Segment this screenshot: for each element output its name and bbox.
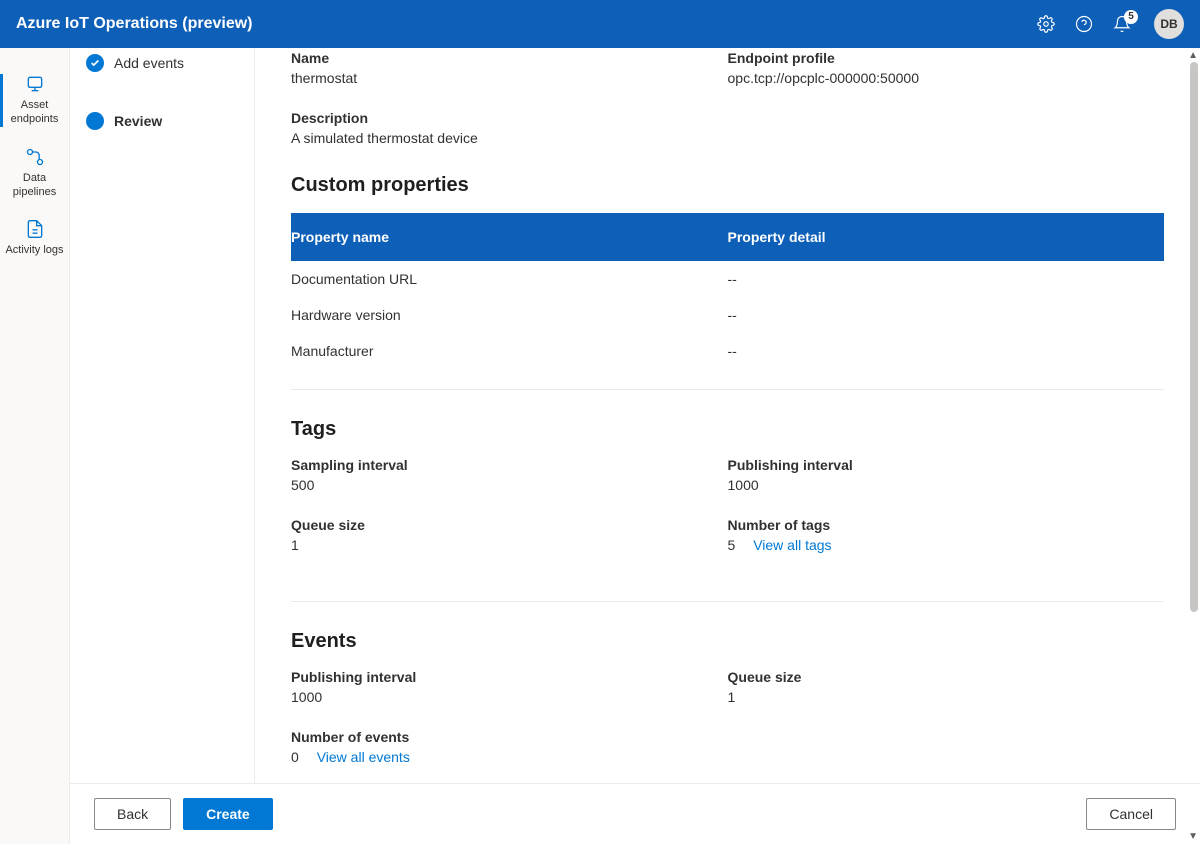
sidebar-item-data-pipelines[interactable]: Data pipelines bbox=[0, 137, 69, 210]
section-heading-tags: Tags bbox=[291, 418, 1164, 441]
notifications-icon[interactable]: 5 bbox=[1112, 14, 1132, 34]
prop-name: Manufacturer bbox=[291, 343, 728, 359]
events-row-1: Publishing interval 1000 Queue size 1 bbox=[291, 669, 1164, 705]
prop-detail: -- bbox=[728, 343, 1165, 359]
main-layout: Asset endpoints Data pipelines bbox=[0, 48, 1200, 844]
sidebar-item-label: Data pipelines bbox=[4, 171, 65, 200]
content-area: Add events Review Name thermostat bbox=[70, 48, 1200, 844]
field-value-publishing: 1000 bbox=[728, 477, 1165, 493]
sidebar-item-label: Asset endpoints bbox=[4, 98, 65, 127]
back-button[interactable]: Back bbox=[94, 798, 171, 830]
field-value-sampling: 500 bbox=[291, 477, 728, 493]
main-scroll-content: Name thermostat Endpoint profile opc.tcp… bbox=[255, 48, 1200, 783]
field-label-tagcount: Number of tags bbox=[728, 517, 1165, 533]
field-value-eventcount: 0 bbox=[291, 749, 299, 765]
table-header-row: Property name Property detail bbox=[291, 213, 1164, 261]
settings-icon[interactable] bbox=[1036, 14, 1056, 34]
sidebar-item-activity-logs[interactable]: Activity logs bbox=[0, 209, 69, 267]
activity-logs-icon bbox=[25, 219, 45, 239]
field-value-tagcount: 5 bbox=[728, 537, 736, 553]
field-value-publishing-ev: 1000 bbox=[291, 689, 728, 705]
prop-name: Hardware version bbox=[291, 307, 728, 323]
footer-left-buttons: Back Create bbox=[94, 798, 273, 830]
check-icon bbox=[86, 54, 104, 72]
section-heading-events: Events bbox=[291, 630, 1164, 653]
wizard-footer: Back Create Cancel bbox=[70, 783, 1200, 844]
basics-row-2: Description A simulated thermostat devic… bbox=[291, 110, 1164, 146]
cancel-button[interactable]: Cancel bbox=[1086, 798, 1176, 830]
app-header: Azure IoT Operations (preview) 5 DB bbox=[0, 0, 1200, 48]
events-row-2: Number of events 0 View all events bbox=[291, 729, 1164, 765]
field-value-queue-ev: 1 bbox=[728, 689, 1165, 705]
app-title: Azure IoT Operations (preview) bbox=[16, 15, 252, 33]
content-body: Add events Review Name thermostat bbox=[70, 48, 1200, 783]
table-row: Hardware version -- bbox=[291, 297, 1164, 333]
basics-row-1: Name thermostat Endpoint profile opc.tcp… bbox=[291, 50, 1164, 86]
help-icon[interactable] bbox=[1074, 14, 1094, 34]
col-header-name: Property name bbox=[291, 229, 728, 245]
col-header-detail: Property detail bbox=[728, 229, 1165, 245]
field-label-queue-ev: Queue size bbox=[728, 669, 1165, 685]
sidebar-item-asset-endpoints[interactable]: Asset endpoints bbox=[0, 64, 69, 137]
prop-detail: -- bbox=[728, 271, 1165, 287]
events-section: Events Publishing interval 1000 Queue si… bbox=[291, 630, 1164, 783]
left-sidebar: Asset endpoints Data pipelines bbox=[0, 48, 70, 844]
section-heading-custom-properties: Custom properties bbox=[291, 174, 1164, 197]
field-value-queue: 1 bbox=[291, 537, 728, 553]
field-label-description: Description bbox=[291, 110, 1164, 126]
step-label: Add events bbox=[114, 55, 184, 71]
view-all-events-link[interactable]: View all events bbox=[317, 749, 410, 765]
sidebar-item-label: Activity logs bbox=[5, 243, 63, 257]
asset-endpoints-icon bbox=[25, 74, 45, 94]
field-label-publishing-ev: Publishing interval bbox=[291, 669, 728, 685]
field-label-name: Name bbox=[291, 50, 728, 66]
field-label-sampling: Sampling interval bbox=[291, 457, 728, 473]
prop-detail: -- bbox=[728, 307, 1165, 323]
create-button[interactable]: Create bbox=[183, 798, 273, 830]
field-value-description: A simulated thermostat device bbox=[291, 130, 1164, 146]
step-add-events[interactable]: Add events bbox=[78, 48, 246, 78]
prop-name: Documentation URL bbox=[291, 271, 728, 287]
field-label-eventcount: Number of events bbox=[291, 729, 728, 745]
field-label-queue: Queue size bbox=[291, 517, 728, 533]
view-all-tags-link[interactable]: View all tags bbox=[753, 537, 831, 553]
data-pipelines-icon bbox=[25, 147, 45, 167]
field-value-endpoint: opc.tcp://opcplc-000000:50000 bbox=[728, 70, 1165, 86]
tags-section: Tags Sampling interval 500 Publishing in… bbox=[291, 418, 1164, 602]
tags-row-2: Queue size 1 Number of tags 5 View all t… bbox=[291, 517, 1164, 553]
avatar[interactable]: DB bbox=[1154, 9, 1184, 39]
step-label: Review bbox=[114, 113, 162, 129]
active-step-icon bbox=[86, 112, 104, 130]
tags-row-1: Sampling interval 500 Publishing interva… bbox=[291, 457, 1164, 493]
table-row: Documentation URL -- bbox=[291, 261, 1164, 297]
step-nav: Add events Review bbox=[70, 48, 255, 783]
notification-badge: 5 bbox=[1124, 10, 1138, 24]
custom-properties-table: Property name Property detail Documentat… bbox=[291, 213, 1164, 390]
field-label-publishing: Publishing interval bbox=[728, 457, 1165, 473]
header-actions: 5 DB bbox=[1036, 9, 1184, 39]
field-label-endpoint: Endpoint profile bbox=[728, 50, 1165, 66]
field-value-name: thermostat bbox=[291, 70, 728, 86]
step-review[interactable]: Review bbox=[78, 106, 246, 136]
table-row: Manufacturer -- bbox=[291, 333, 1164, 369]
